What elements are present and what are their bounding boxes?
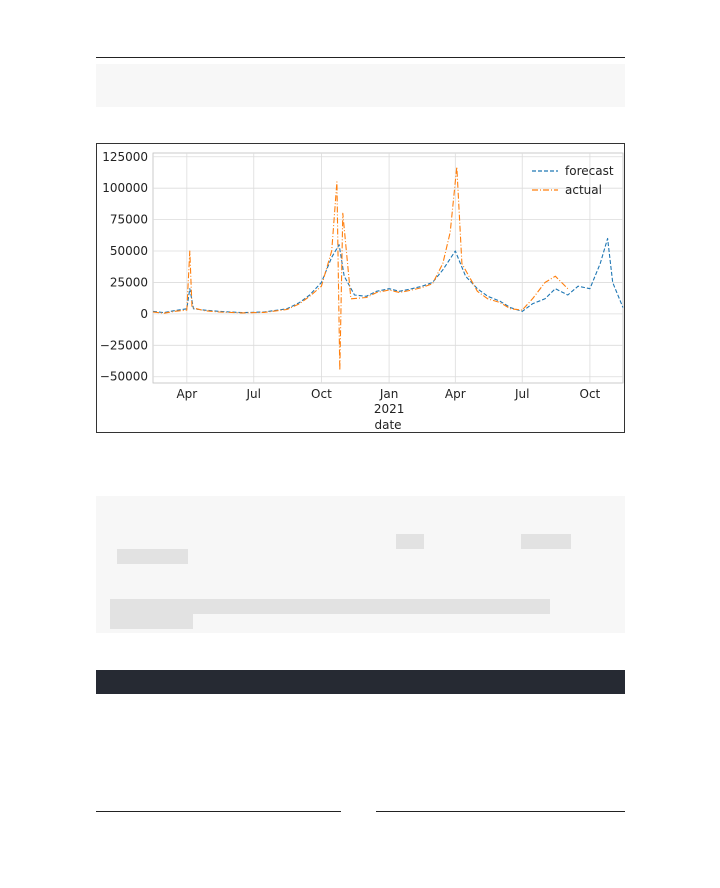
x-axis-ticks: Apr Jul Oct Jan2021 Apr Jul Oct	[176, 387, 600, 416]
footer-rule-left	[96, 811, 341, 812]
x-tick-label: Apr	[445, 387, 466, 401]
y-tick-label: 75000	[110, 213, 148, 227]
redacted-text	[521, 534, 571, 549]
x-tick-label: Apr	[176, 387, 197, 401]
x-tick-label: Oct	[311, 387, 332, 401]
y-tick-label: −25000	[100, 338, 148, 352]
redacted-text	[117, 549, 188, 564]
x-tick-label: Jul	[514, 387, 529, 401]
x-tick-label: Jul	[246, 387, 261, 401]
plot-area	[152, 152, 624, 384]
x-tick-label: Oct	[580, 387, 601, 401]
code-header-bar	[96, 670, 625, 694]
legend-label-actual: actual	[565, 183, 602, 197]
y-axis-ticks: 125000 100000 75000 50000 25000 0 −25000 −50000	[100, 150, 148, 384]
footer-rule-right	[376, 811, 625, 812]
y-tick-label: −50000	[100, 370, 148, 384]
chart-frame: 125000 100000 75000 50000 25000 0 −25000 −50000…	[96, 143, 625, 433]
y-tick-label: 0	[140, 307, 148, 321]
redacted-text	[110, 614, 193, 629]
legend-label-forecast: forecast	[565, 164, 614, 178]
x-tick-label: Jan	[379, 387, 399, 401]
top-rule	[96, 57, 625, 58]
redacted-text	[110, 599, 550, 614]
x-axis-label: date	[374, 418, 401, 432]
y-tick-label: 50000	[110, 244, 148, 258]
line-chart: 125000 100000 75000 50000 25000 0 −25000 −50000…	[100, 150, 624, 432]
y-tick-label: 100000	[102, 181, 148, 195]
y-tick-label: 25000	[110, 275, 148, 289]
x-tick-sublabel: 2021	[374, 402, 405, 416]
redacted-text	[396, 534, 424, 549]
header-block	[96, 64, 625, 107]
y-tick-label: 125000	[102, 150, 148, 164]
